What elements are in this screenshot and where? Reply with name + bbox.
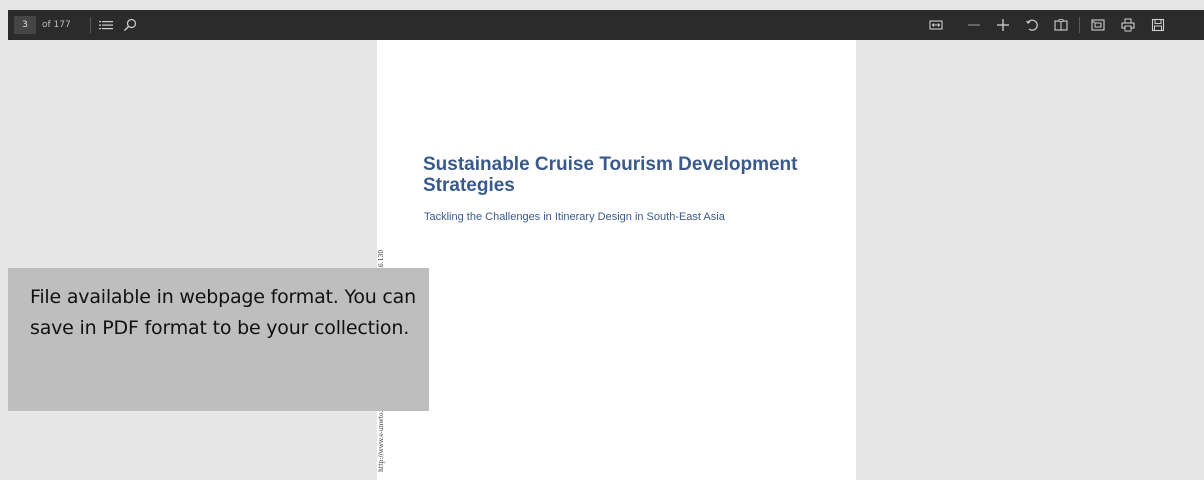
screenshot-icon[interactable] — [1088, 15, 1108, 35]
pdf-viewer: 3 of 177 http://www.e-unwto.org Sustaina… — [0, 0, 1204, 480]
document-title: Sustainable Cruise Tourism Development S… — [423, 154, 798, 196]
document-subtitle: Tackling the Challenges in Itinerary Des… — [424, 211, 725, 223]
print-icon[interactable] — [1118, 15, 1138, 35]
page-total-label: of 177 — [42, 20, 71, 30]
toolbar: 3 of 177 — [8, 10, 1204, 40]
plus-icon[interactable] — [993, 15, 1013, 35]
rotate-icon[interactable] — [1022, 15, 1042, 35]
format-notice: File available in webpage format. You ca… — [8, 268, 429, 411]
search-icon[interactable] — [120, 15, 140, 35]
page-number-input[interactable]: 3 — [14, 16, 36, 34]
list-icon[interactable] — [96, 15, 116, 35]
two-page-icon[interactable] — [1051, 15, 1071, 35]
toolbar-divider — [1079, 17, 1080, 33]
save-icon[interactable] — [1148, 15, 1168, 35]
minus-icon[interactable] — [964, 15, 984, 35]
toolbar-divider — [90, 17, 91, 33]
fit-page-icon[interactable] — [926, 15, 946, 35]
document-page: http://www.e-unwto.org ... , 2018 10:15:… — [377, 40, 856, 480]
format-notice-text: File available in webpage format. You ca… — [30, 286, 416, 339]
